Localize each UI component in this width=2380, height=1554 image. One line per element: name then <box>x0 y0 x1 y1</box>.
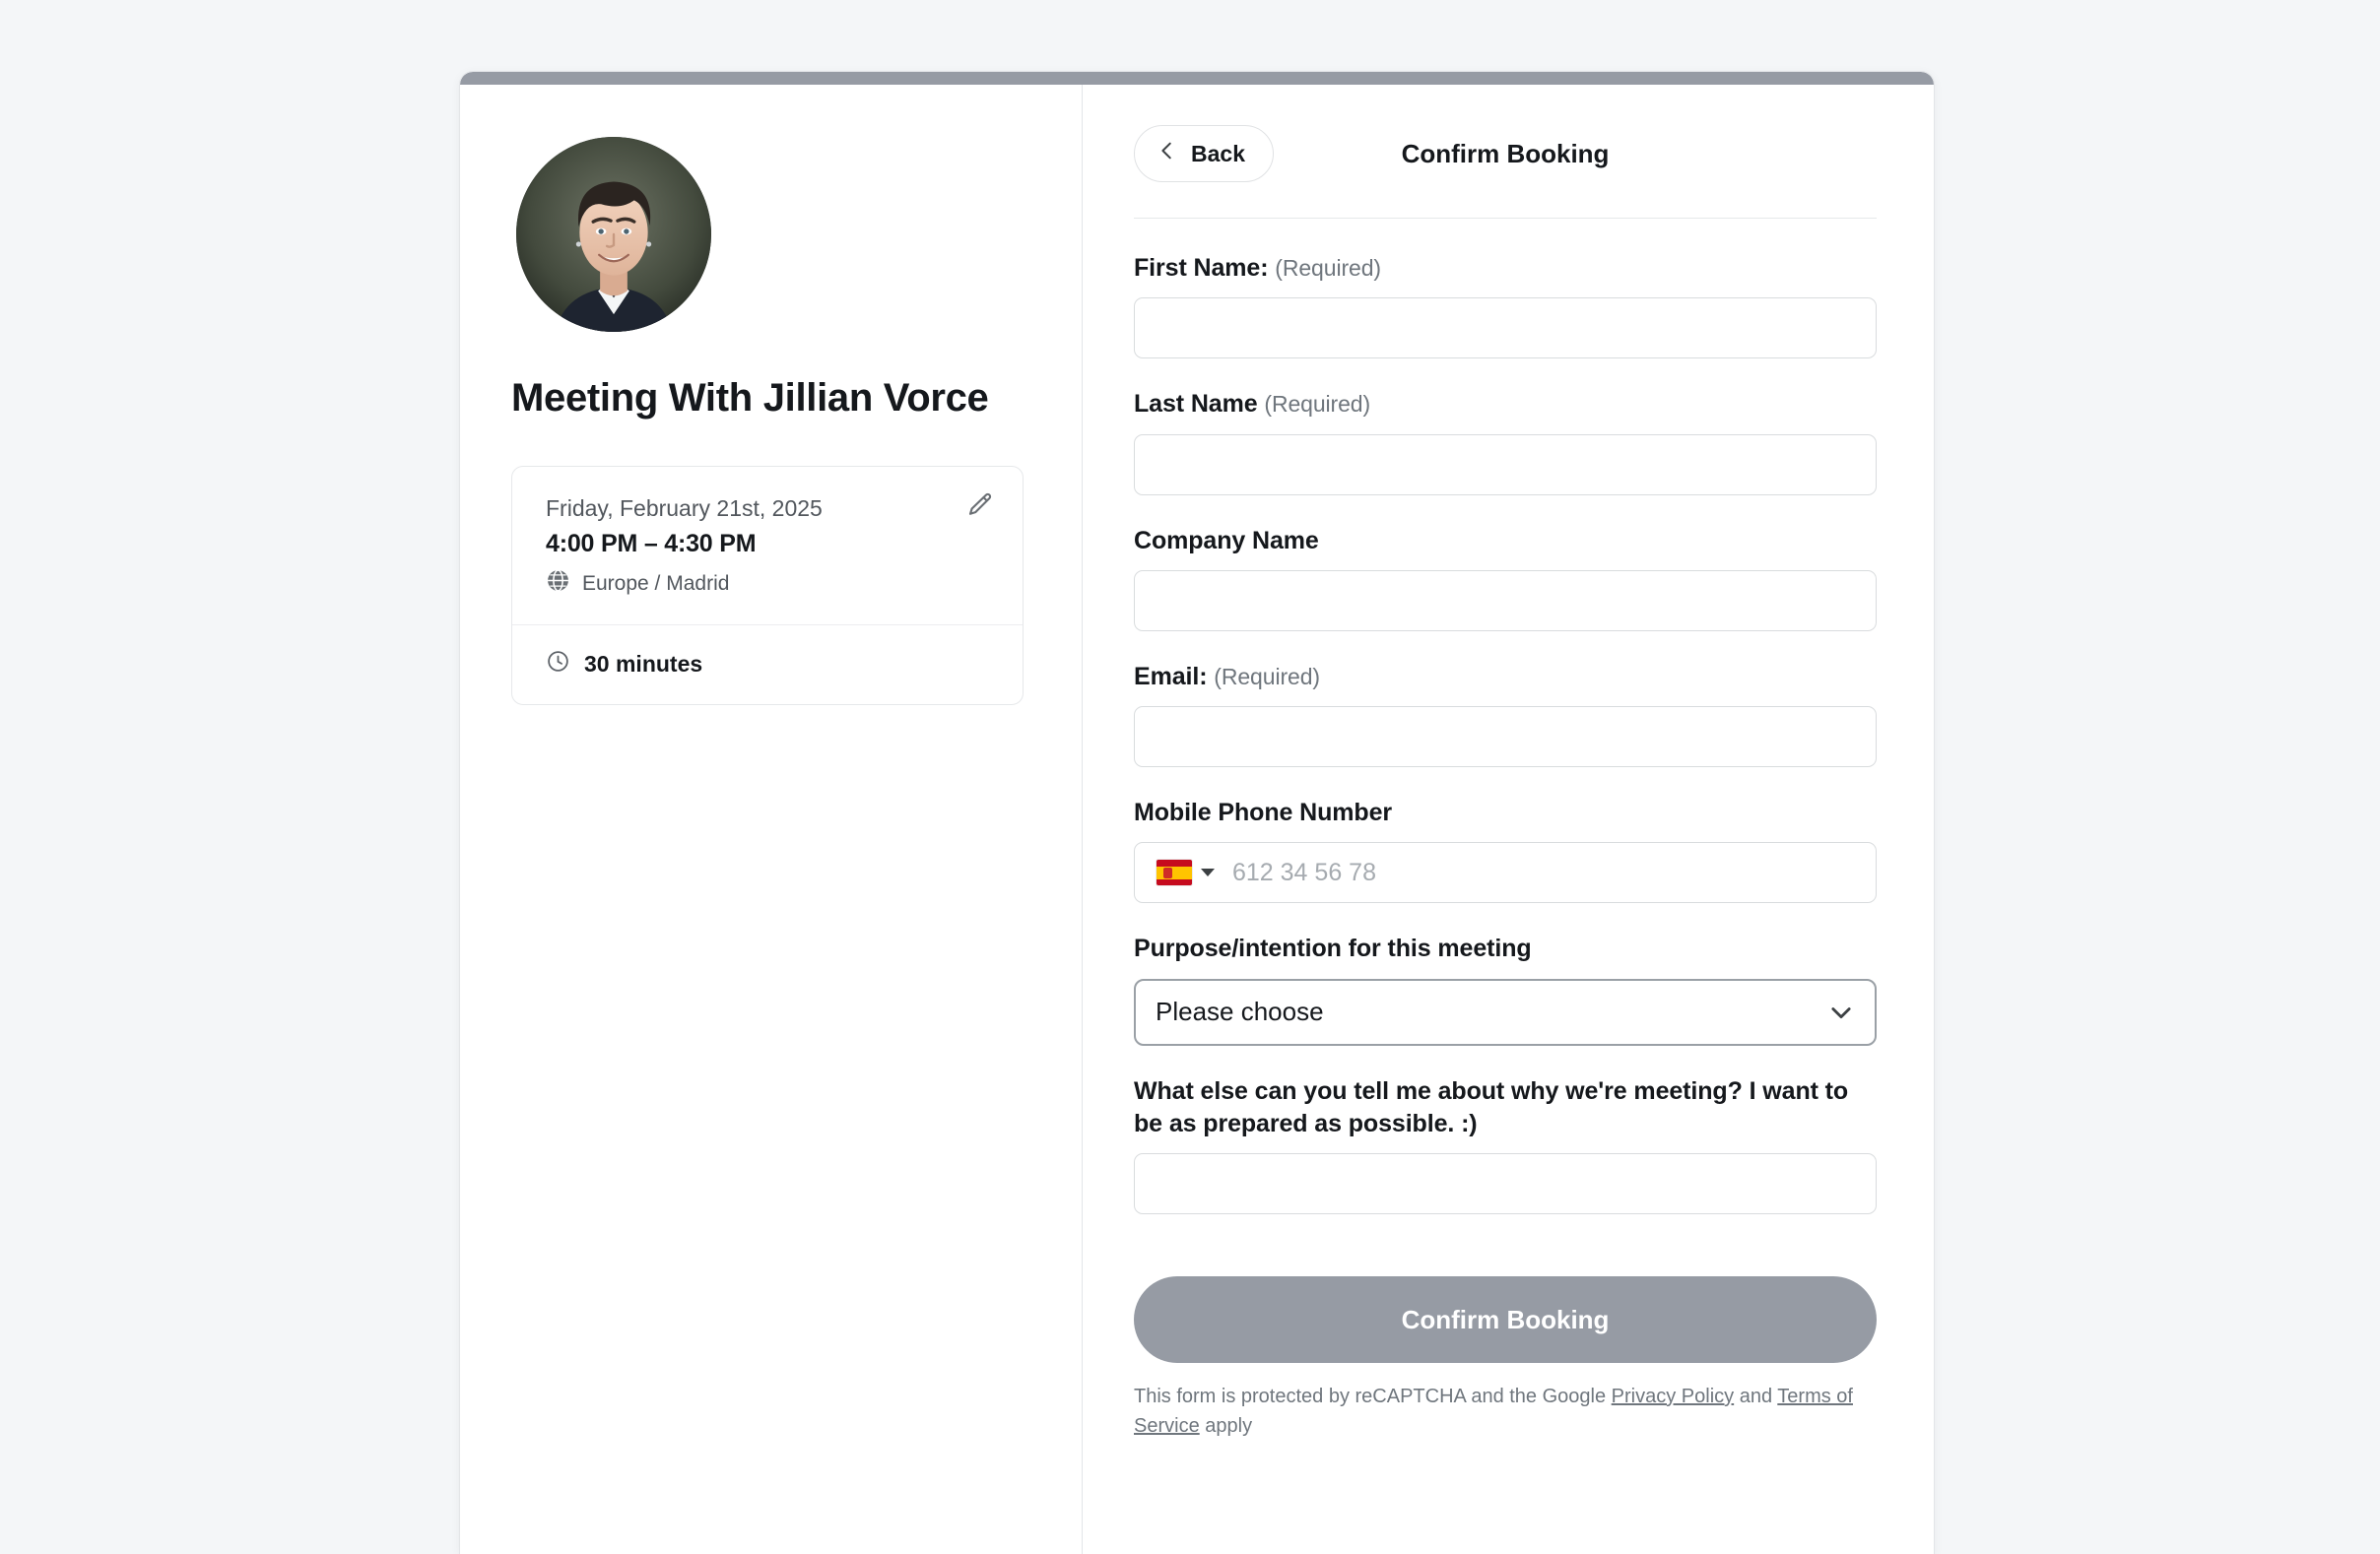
meeting-info-panel: Meeting With Jillian Vorce Friday, Febru… <box>460 72 1083 1554</box>
chevron-left-icon <box>1157 140 1178 167</box>
phone-input[interactable] <box>1224 843 1876 903</box>
email-input[interactable] <box>1134 706 1877 767</box>
form-header: Back Confirm Booking <box>1134 123 1877 184</box>
page-title: Meeting With Jillian Vorce <box>511 376 989 420</box>
meeting-duration: 30 minutes <box>584 650 703 677</box>
caret-down-icon <box>1201 869 1215 877</box>
last-name-label: Last Name (Required) <box>1134 388 1877 421</box>
purpose-select[interactable]: Please choose <box>1134 978 1877 1046</box>
meeting-time-range: 4:00 PM – 4:30 PM <box>546 530 757 558</box>
recaptcha-suffix: apply <box>1199 1415 1253 1437</box>
booking-form-panel: Back Confirm Booking First Name: (Requir… <box>1083 72 1934 1554</box>
company-name-input[interactable] <box>1134 569 1877 631</box>
field-notes: What else can you tell me about why we'r… <box>1134 1075 1877 1220</box>
meeting-duration-row: 30 minutes <box>512 625 1023 704</box>
field-last-name: Last Name (Required) <box>1134 388 1877 495</box>
company-name-label: Company Name <box>1134 526 1319 554</box>
last-name-required-note: (Required) <box>1264 391 1371 418</box>
purpose-select-wrap: Please choose <box>1134 978 1877 1046</box>
clock-icon <box>546 649 570 679</box>
country-code-selector[interactable] <box>1135 843 1224 902</box>
field-company-name: Company Name <box>1134 525 1877 631</box>
card-top-bar <box>460 72 1934 85</box>
email-label-text: Email: <box>1134 662 1208 690</box>
privacy-policy-link[interactable]: Privacy Policy <box>1612 1386 1734 1407</box>
phone-input-group <box>1134 842 1877 904</box>
back-button-label: Back <box>1191 140 1245 166</box>
first-name-label: First Name: (Required) <box>1134 252 1877 285</box>
field-purpose: Purpose/intention for this meeting Pleas… <box>1134 933 1877 1046</box>
spain-flag-icon <box>1157 860 1192 886</box>
booking-form: First Name: (Required) Last Name (Requir… <box>1134 219 1877 1441</box>
meeting-timezone: Europe / Madrid <box>582 571 730 595</box>
booking-card: Meeting With Jillian Vorce Friday, Febru… <box>459 71 1935 1554</box>
meeting-date: Friday, February 21st, 2025 <box>546 495 823 521</box>
pencil-icon <box>965 492 995 523</box>
back-button[interactable]: Back <box>1134 125 1274 182</box>
notes-input[interactable] <box>1134 1153 1877 1214</box>
phone-label: Mobile Phone Number <box>1134 799 1393 826</box>
last-name-label-text: Last Name <box>1134 390 1258 419</box>
notes-label: What else can you tell me about why we'r… <box>1134 1076 1849 1137</box>
meeting-timezone-row: Europe / Madrid <box>546 568 995 599</box>
field-mobile-phone: Mobile Phone Number <box>1134 797 1877 904</box>
meeting-detail-card: Friday, February 21st, 2025 4:00 PM – 4:… <box>511 466 1024 706</box>
field-first-name: First Name: (Required) <box>1134 252 1877 359</box>
email-label: Email: (Required) <box>1134 661 1877 693</box>
email-required-note: (Required) <box>1214 663 1320 689</box>
meeting-schedule: Friday, February 21st, 2025 4:00 PM – 4:… <box>512 467 1023 626</box>
purpose-select-value: Please choose <box>1156 997 1324 1026</box>
field-email: Email: (Required) <box>1134 661 1877 767</box>
recaptcha-prefix: This form is protected by reCAPTCHA and … <box>1134 1386 1612 1407</box>
first-name-input[interactable] <box>1134 297 1877 359</box>
form-title: Confirm Booking <box>1401 138 1610 168</box>
purpose-label: Purpose/intention for this meeting <box>1134 935 1532 963</box>
avatar <box>516 137 711 332</box>
recaptcha-notice: This form is protected by reCAPTCHA and … <box>1134 1382 1877 1441</box>
confirm-booking-button[interactable]: Confirm Booking <box>1134 1276 1877 1363</box>
first-name-label-text: First Name: <box>1134 254 1269 282</box>
edit-booking-button[interactable] <box>963 488 997 522</box>
recaptcha-middle: and <box>1734 1386 1778 1407</box>
first-name-required-note: (Required) <box>1275 255 1381 281</box>
last-name-input[interactable] <box>1134 433 1877 495</box>
page-root: Meeting With Jillian Vorce Friday, Febru… <box>0 0 2380 1554</box>
globe-icon <box>546 568 570 599</box>
